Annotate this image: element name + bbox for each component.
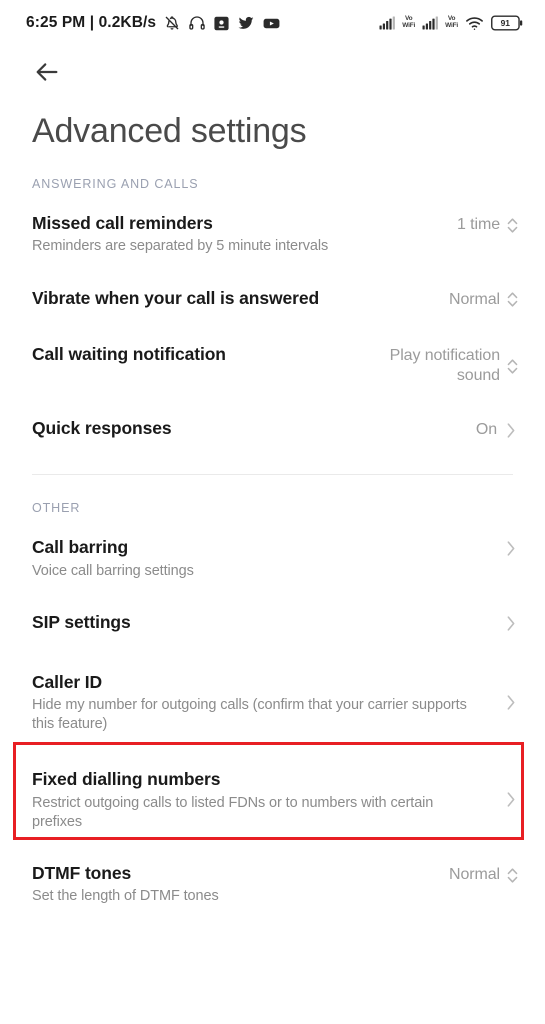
silent-bell-icon	[163, 14, 181, 32]
row-control[interactable]: Normal	[449, 862, 519, 886]
row-control[interactable]: On	[476, 417, 519, 441]
chevron-right-icon	[503, 421, 519, 440]
twitter-icon	[237, 14, 255, 32]
row-text: SIP settings	[32, 611, 503, 633]
battery-icon: 91	[491, 15, 523, 31]
row-control[interactable]: 1 time	[457, 212, 519, 236]
chevron-right-icon	[503, 693, 519, 712]
list-item-call-waiting-notification[interactable]: Call waiting notification Play notificat…	[0, 328, 545, 403]
phone-screen: 6:25 PM | 0.2KB/s Vo WiFi Vo WiFi 91 Adv…	[0, 0, 545, 1024]
stepper-icon[interactable]	[506, 290, 519, 309]
section-answering-and-calls: ANSWERING AND CALLS Missed call reminder…	[0, 151, 545, 458]
row-control[interactable]: Play notification sound	[360, 343, 519, 388]
row-title: Missed call reminders	[32, 213, 213, 233]
list-item-sip-settings[interactable]: SIP settings	[0, 596, 545, 652]
status-clock: 6:25 PM | 0.2KB/s	[26, 14, 157, 31]
status-bar: 6:25 PM | 0.2KB/s Vo WiFi Vo WiFi 91	[0, 0, 545, 46]
signal-bars-sim1-icon	[379, 16, 396, 30]
row-title: Call barring	[32, 537, 129, 558]
list-item-dtmf-tones[interactable]: DTMF tones Set the length of DTMF tones …	[0, 847, 545, 922]
row-title: Vibrate when your call is answered	[32, 287, 320, 308]
row-value: Normal	[449, 290, 500, 308]
row-value: Normal	[449, 865, 500, 883]
list-item-missed-call-reminders[interactable]: Missed call reminders Reminders are sepa…	[0, 197, 545, 272]
row-subtitle: Set the length of DTMF tones	[32, 888, 219, 905]
row-control[interactable]	[503, 671, 519, 712]
list-item-caller-id[interactable]: Caller ID Hide my number for outgoing ca…	[0, 652, 545, 754]
chevron-right-icon	[503, 539, 519, 558]
stepper-icon[interactable]	[506, 357, 519, 376]
vowifi-sim2-label: Vo WiFi	[445, 15, 458, 29]
status-bar-right: Vo WiFi Vo WiFi 91	[379, 15, 523, 31]
chevron-right-icon	[503, 614, 519, 633]
status-bar-left: 6:25 PM | 0.2KB/s	[26, 14, 281, 33]
list-item-quick-responses[interactable]: Quick responses On	[0, 402, 545, 458]
row-title: Call waiting notification	[32, 343, 226, 364]
screenshot-icon	[213, 15, 230, 32]
row-title: DTMF tones	[32, 862, 132, 883]
section-other: OTHER Call barring Voice call barring se…	[0, 475, 545, 921]
row-subtitle: Reminders are separated by 5 minute inte…	[32, 238, 329, 255]
chevron-right-icon	[503, 790, 519, 809]
row-control[interactable]	[503, 768, 519, 809]
row-control[interactable]: Normal	[449, 287, 519, 311]
row-control[interactable]	[503, 611, 519, 633]
row-control[interactable]	[503, 536, 519, 558]
arrow-left-icon	[33, 58, 61, 86]
stepper-icon[interactable]	[506, 866, 519, 885]
section-header: ANSWERING AND CALLS	[32, 177, 199, 191]
wifi-icon	[465, 16, 484, 31]
headphones-icon	[188, 14, 206, 32]
row-subtitle: Restrict outgoing calls to listed FDNs o…	[32, 794, 434, 830]
app-bar	[0, 46, 545, 98]
back-button[interactable]	[30, 55, 64, 89]
vowifi-sim1-label: Vo WiFi	[402, 15, 416, 29]
row-text: Quick responses	[32, 417, 476, 439]
row-subtitle: Hide my number for outgoing calls (confi…	[32, 697, 467, 733]
row-subtitle: Voice call barring settings	[32, 562, 194, 579]
list-item-call-barring[interactable]: Call barring Voice call barring settings	[0, 521, 545, 596]
row-title: Caller ID	[32, 671, 103, 692]
svg-text:91: 91	[501, 18, 511, 28]
row-text: Caller ID Hide my number for outgoing ca…	[32, 671, 503, 735]
youtube-icon	[262, 14, 281, 33]
row-title: Fixed dialling numbers	[32, 769, 221, 790]
section-header: OTHER	[32, 501, 81, 516]
list-item-vibrate-when-call-answered[interactable]: Vibrate when your call is answered Norma…	[0, 272, 545, 328]
row-text: Call waiting notification	[32, 343, 360, 365]
page-title: Advanced settings	[32, 112, 307, 150]
row-text: Fixed dialling numbers Restrict outgoing…	[32, 768, 503, 832]
row-text: Call barring Voice call barring settings	[32, 536, 503, 581]
signal-bars-sim2-icon	[422, 16, 439, 30]
row-title: SIP settings	[32, 611, 131, 632]
row-value: Play notification sound	[389, 346, 500, 385]
row-text: Missed call reminders Reminders are sepa…	[32, 212, 457, 257]
stepper-icon[interactable]	[506, 216, 519, 235]
row-text: Vibrate when your call is answered	[32, 287, 449, 309]
row-title: Quick responses	[32, 418, 172, 439]
row-text: DTMF tones Set the length of DTMF tones	[32, 862, 449, 907]
row-value: 1 time	[457, 216, 500, 233]
row-value: On	[475, 421, 497, 439]
list-item-fixed-dialling-numbers[interactable]: Fixed dialling numbers Restrict outgoing…	[0, 753, 545, 847]
